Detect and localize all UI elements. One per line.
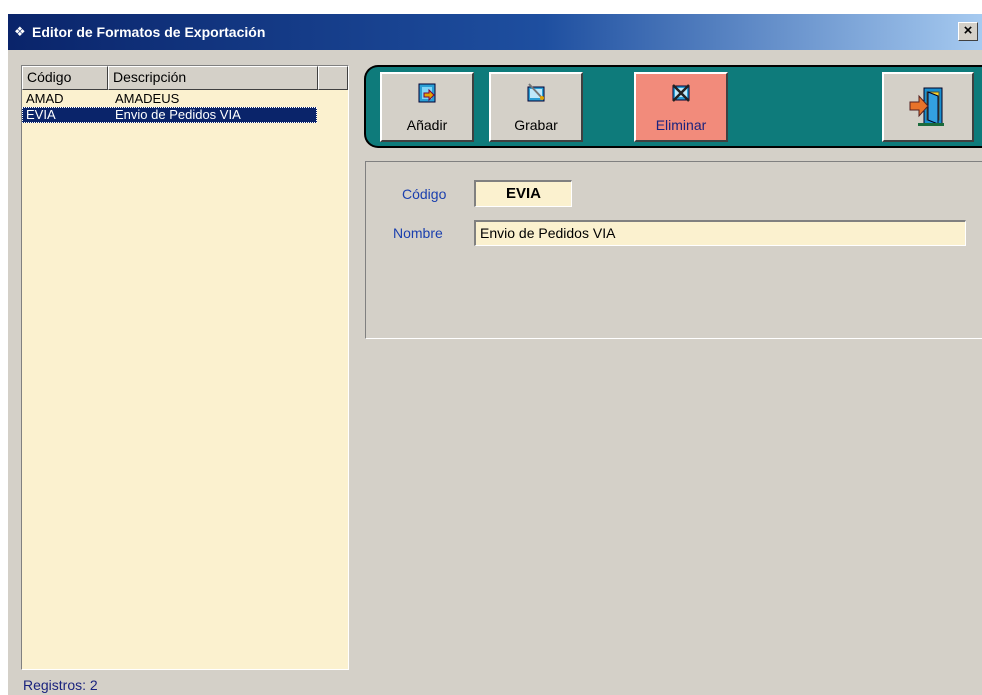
exit-button[interactable] <box>882 72 974 142</box>
column-header-codigo[interactable]: Código <box>22 66 108 90</box>
app-icon: ❖ <box>14 24 26 39</box>
codigo-label: Código <box>402 186 447 202</box>
delete-icon <box>670 82 692 107</box>
list-header: Código Descripción <box>22 66 348 90</box>
save-button[interactable]: Grabar <box>489 72 583 142</box>
nombre-field[interactable]: Envio de Pedidos VIA <box>474 220 966 246</box>
delete-button[interactable]: Eliminar <box>634 72 728 142</box>
detail-form: Código EVIA Nombre Envio de Pedidos VIA <box>365 161 982 339</box>
cell-codigo: EVIA <box>26 107 56 122</box>
exit-door-icon <box>908 84 948 131</box>
codigo-field[interactable]: EVIA <box>474 180 572 207</box>
add-label: Añadir <box>406 117 448 133</box>
add-button[interactable]: Añadir <box>380 72 474 142</box>
app-window: ❖ Editor de Formatos de Exportación × Có… <box>8 14 982 695</box>
column-header-filler <box>318 66 348 90</box>
add-icon <box>416 82 438 107</box>
list-row-evia-selected[interactable]: EVIA Envio de Pedidos VIA <box>22 107 317 123</box>
window-title: Editor de Formatos de Exportación <box>32 24 266 40</box>
save-label: Grabar <box>514 117 558 133</box>
title-bar[interactable]: ❖ Editor de Formatos de Exportación × <box>8 14 982 50</box>
save-icon <box>525 82 547 107</box>
nombre-label: Nombre <box>393 225 443 241</box>
column-header-descripcion[interactable]: Descripción <box>108 66 318 90</box>
cell-descripcion: AMADEUS <box>115 91 180 106</box>
cell-codigo: AMAD <box>26 91 64 106</box>
delete-label: Eliminar <box>655 117 707 133</box>
list-row-amad[interactable]: AMAD AMADEUS <box>22 91 317 107</box>
formats-list[interactable]: Código Descripción AMAD AMADEUS EVIA Env… <box>21 65 349 670</box>
record-count: Registros: 2 <box>23 677 98 693</box>
close-button[interactable]: × <box>958 22 978 41</box>
cell-descripcion: Envio de Pedidos VIA <box>115 107 241 122</box>
toolbar: Añadir Grabar Eliminar <box>364 65 982 148</box>
